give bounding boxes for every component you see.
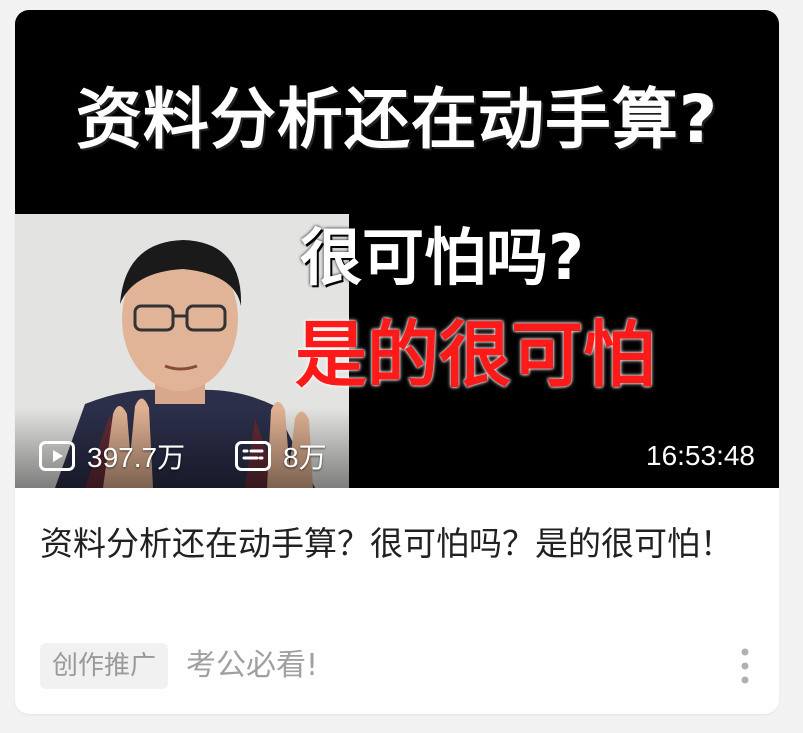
danmaku-count: 8万 — [235, 438, 327, 474]
video-description: 考公必看! — [186, 648, 319, 683]
danmaku-icon — [235, 441, 271, 471]
thumbnail-subtitle-white: 很可怕吗? — [300, 221, 584, 294]
video-title[interactable]: 资料分析还在动手算？很可怕吗？是的很可怕！ — [40, 518, 760, 570]
video-duration: 16:53:48 — [646, 440, 755, 471]
play-icon — [39, 441, 75, 471]
thumbnail-subtitle-red: 是的很可怕 — [295, 313, 656, 397]
video-thumbnail[interactable]: 资料分析还在动手算? 很可怕吗? 是的很可怕 397.7万 8万 16:53:4… — [15, 10, 779, 488]
more-vertical-icon[interactable] — [735, 646, 755, 686]
danmaku-count-value: 8万 — [283, 442, 327, 473]
play-count: 397.7万 — [39, 438, 185, 474]
play-count-value: 397.7万 — [87, 442, 186, 473]
thumbnail-headline: 资料分析还在动手算? — [75, 81, 719, 158]
card-footer: 创作推广 考公必看! — [40, 642, 760, 690]
promotion-tag: 创作推广 — [40, 643, 169, 689]
video-card[interactable]: 资料分析还在动手算? 很可怕吗? 是的很可怕 397.7万 8万 16:53:4… — [15, 10, 779, 714]
